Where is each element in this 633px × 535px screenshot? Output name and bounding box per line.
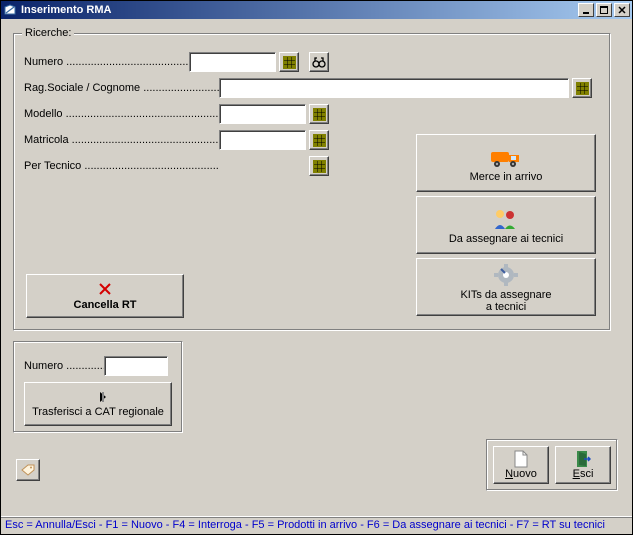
kits-da-assegnare-button[interactable]: KITs da assegnare a tecnici: [416, 258, 596, 316]
kits-label-1: KITs da assegnare: [460, 289, 551, 301]
people-icon: [489, 205, 523, 233]
input-numero[interactable]: [189, 52, 276, 72]
merce-label: Merce in arrivo: [470, 171, 543, 183]
trasferisci-label: Trasferisci a CAT regionale: [32, 406, 164, 418]
grid-icon: [576, 82, 589, 95]
key-button[interactable]: [16, 459, 40, 481]
nuovo-button[interactable]: Nuovo: [493, 446, 549, 484]
lookup-matricola-button[interactable]: [309, 130, 329, 150]
esci-button[interactable]: Esci: [555, 446, 611, 484]
label-numero2: Numero: [24, 360, 104, 372]
maximize-button[interactable]: [596, 3, 612, 17]
input-ragsociale[interactable]: [219, 78, 569, 98]
client-area: Ricerche: Numero Rag.Sociale / Cognome M…: [1, 19, 632, 516]
right-actions-panel: Merce in arrivo Da assegnare ai tecnici …: [416, 134, 596, 320]
binoculars-icon: [312, 56, 326, 68]
statusbar: Esc = Annulla/Esci - F1 = Nuovo - F4 = I…: [1, 516, 632, 534]
grid-icon: [283, 56, 296, 69]
lookup-ragsociale-button[interactable]: [572, 78, 592, 98]
titlebar: Inserimento RMA: [1, 1, 632, 19]
lookup-modello-button[interactable]: [309, 104, 329, 124]
nuovo-label: Nuovo: [505, 468, 537, 480]
minimize-button[interactable]: [578, 3, 594, 17]
truck-icon: [489, 143, 523, 171]
label-numero: Numero: [24, 56, 189, 68]
app-icon: [3, 3, 17, 17]
cancella-rt-button[interactable]: Cancella RT: [26, 274, 184, 318]
da-assegnare-button[interactable]: Da assegnare ai tecnici: [416, 196, 596, 254]
lookup-numero-button[interactable]: [279, 52, 299, 72]
exit-door-icon: [575, 450, 591, 468]
merce-in-arrivo-button[interactable]: Merce in arrivo: [416, 134, 596, 192]
input-matricola[interactable]: [219, 130, 306, 150]
grid-icon: [313, 160, 326, 173]
group-actions: Nuovo Esci: [486, 439, 618, 491]
gear-icon: [489, 261, 523, 289]
cancella-rt-label: Cancella RT: [74, 299, 137, 311]
arrow-right-icon: [88, 390, 108, 404]
kits-label-2: a tecnici: [486, 301, 526, 313]
tag-icon: [20, 463, 36, 477]
lookup-tecnico-button[interactable]: [309, 156, 329, 176]
group-ricerche-legend: Ricerche:: [22, 27, 74, 39]
label-tecnico: Per Tecnico: [24, 160, 219, 172]
statusbar-text: Esc = Annulla/Esci - F1 = Nuovo - F4 = I…: [5, 519, 605, 531]
group-ricerche: Ricerche: Numero Rag.Sociale / Cognome M…: [13, 33, 611, 331]
input-numero2[interactable]: [104, 356, 168, 376]
new-document-icon: [513, 450, 529, 468]
esci-label: Esci: [573, 468, 594, 480]
search-binoculars-button[interactable]: [309, 52, 329, 72]
label-modello: Modello: [24, 108, 219, 120]
window-title: Inserimento RMA: [21, 4, 578, 16]
grid-icon: [313, 108, 326, 121]
delete-x-icon: [97, 281, 113, 297]
label-ragsociale: Rag.Sociale / Cognome: [24, 82, 219, 94]
main-window: Inserimento RMA Ricerche: Numero Rag.Soc…: [0, 0, 633, 535]
group-trasferisci: Numero Trasferisci a CAT regionale: [13, 341, 183, 433]
close-button[interactable]: [614, 3, 630, 17]
trasferisci-button[interactable]: Trasferisci a CAT regionale: [24, 382, 172, 426]
label-matricola: Matricola: [24, 134, 219, 146]
grid-icon: [313, 134, 326, 147]
input-modello[interactable]: [219, 104, 306, 124]
assegnare-label: Da assegnare ai tecnici: [449, 233, 563, 245]
